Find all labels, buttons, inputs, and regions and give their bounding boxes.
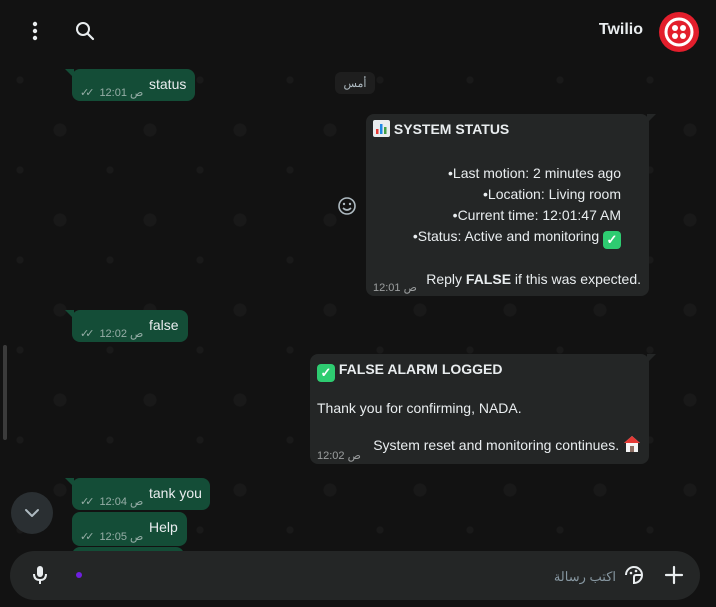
double-check-icon: ✓✓ <box>80 496 95 508</box>
message-title-text: FALSE ALARM LOGGED <box>338 361 503 377</box>
message-text: Help <box>149 519 178 535</box>
status-lines: •Last motion: 2 minutes ago •Location: L… <box>448 163 621 226</box>
check-emoji: ✓ <box>317 364 335 382</box>
check-emoji: ✓ <box>603 231 621 249</box>
sticker-icon[interactable] <box>622 563 646 587</box>
mic-icon[interactable] <box>28 563 52 587</box>
message-time: 12:01 ص <box>373 282 417 294</box>
status-line-row: •Status: Active and monitoring ✓ <box>413 226 621 249</box>
status-line: •Status: Active and monitoring <box>412 228 600 244</box>
scroll-to-bottom-button[interactable] <box>11 492 53 534</box>
message-composer <box>10 551 700 600</box>
twilio-logo <box>664 17 694 47</box>
message-title: ✓ FALSE ALARM LOGGED <box>317 359 502 382</box>
status-dot <box>76 572 82 578</box>
menu-button[interactable] <box>22 18 48 44</box>
message-time: 12:05 ص <box>99 531 144 543</box>
message-time: 12:02 ص <box>99 328 144 340</box>
chart-emoji <box>373 120 390 137</box>
date-separator: أمس <box>335 72 375 94</box>
search-icon <box>76 22 95 41</box>
status-line: •Location: Living room <box>483 186 621 202</box>
reply-instruction: Reply FALSE if this was expected. <box>426 271 641 287</box>
contact-name[interactable]: Twilio <box>599 21 643 39</box>
message-meta: ✓✓ 12:04 ص <box>80 492 143 512</box>
double-check-icon: ✓✓ <box>80 531 95 543</box>
message-text: tank you <box>149 485 202 501</box>
alarm-line-row: System reset and monitoring continues. <box>373 435 641 455</box>
status-line: •Last motion: 2 minutes ago <box>448 165 621 181</box>
double-check-icon: ✓✓ <box>80 87 95 99</box>
message-meta: ✓✓ 12:01 ص <box>80 83 143 103</box>
double-check-icon: ✓✓ <box>80 328 95 340</box>
house-emoji <box>624 436 640 452</box>
message-out-tank-you[interactable]: ✓✓ 12:04 ص tank you <box>65 478 210 512</box>
message-meta: ✓✓ 12:02 ص <box>80 324 143 344</box>
message-time: 12:01 ص <box>99 87 144 99</box>
message-out-help[interactable]: ✓✓ 12:05 ص Help <box>72 512 187 546</box>
message-out-status[interactable]: ✓✓ 12:01 ص status <box>65 69 195 103</box>
message-in-false-alarm[interactable]: ✓ FALSE ALARM LOGGED Thank you for confi… <box>310 354 656 464</box>
message-out-false[interactable]: ✓✓ 12:02 ص false <box>65 310 188 344</box>
message-title-text: SYSTEM STATUS <box>393 121 510 137</box>
menu-dots-icon <box>32 21 38 41</box>
chat-header: Twilio <box>0 0 716 60</box>
message-in-system-status[interactable]: SYSTEM STATUS •Last motion: 2 minutes ag… <box>366 114 656 296</box>
alarm-line: Thank you for confirming, NADA. <box>317 400 522 416</box>
scrollbar[interactable] <box>3 345 7 440</box>
message-meta: ✓✓ 12:05 ص <box>80 527 143 547</box>
message-time: 12:02 ص <box>317 450 361 462</box>
message-time: 12:04 ص <box>99 496 144 508</box>
search-button[interactable] <box>72 18 98 44</box>
status-line: •Current time: 12:01:47 AM <box>452 207 621 223</box>
emoji-icon[interactable] <box>337 196 357 216</box>
message-input[interactable] <box>94 560 618 592</box>
message-title: SYSTEM STATUS <box>373 119 509 139</box>
message-text: false <box>149 317 179 333</box>
plus-icon[interactable] <box>662 563 686 587</box>
avatar[interactable] <box>659 12 699 52</box>
alarm-line: System reset and monitoring continues. <box>373 437 620 453</box>
message-text: status <box>149 76 187 92</box>
chevron-down-icon <box>25 509 39 517</box>
